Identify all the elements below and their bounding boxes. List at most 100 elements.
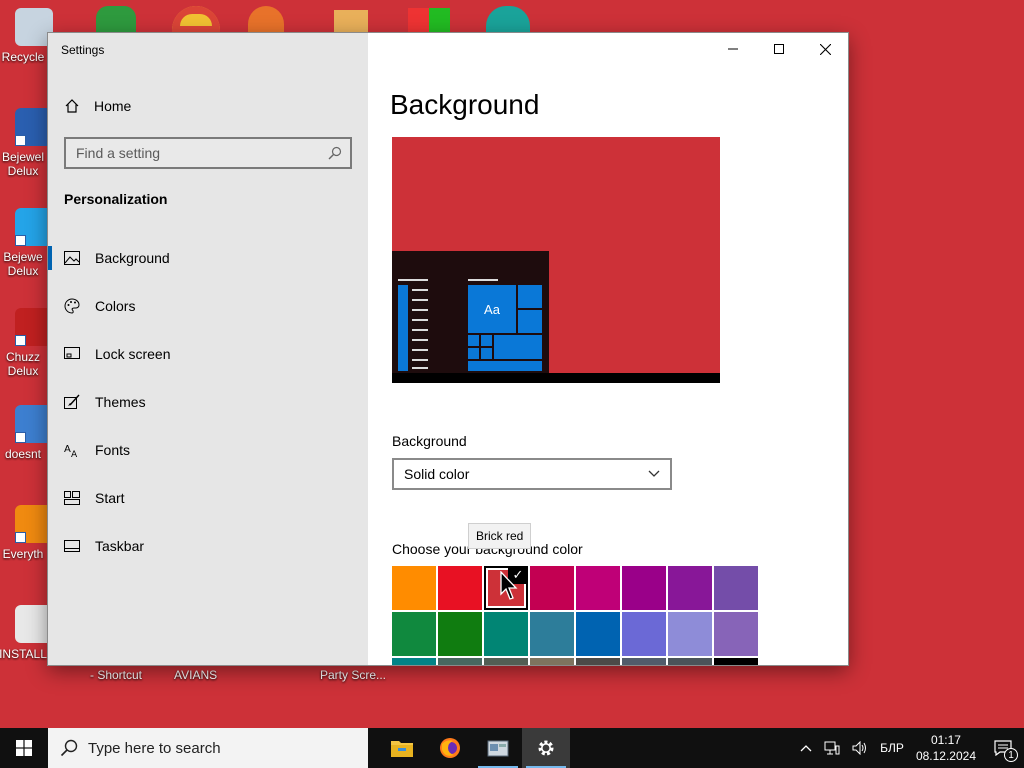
preview-line bbox=[412, 367, 428, 369]
color-swatch[interactable] bbox=[714, 658, 758, 665]
color-swatch[interactable] bbox=[576, 612, 620, 656]
color-swatch[interactable] bbox=[622, 612, 666, 656]
system-tray: БЛР 01:17 08.12.2024 1 bbox=[794, 728, 1024, 768]
desktop-icon-top-3[interactable] bbox=[248, 6, 284, 34]
desktop-label-avians[interactable]: AVIANS bbox=[174, 668, 217, 682]
desktop-icon-top-4[interactable] bbox=[334, 10, 368, 34]
color-swatch[interactable] bbox=[530, 566, 574, 610]
sidebar-item-background[interactable]: Background bbox=[48, 234, 368, 282]
sidebar-item-colors[interactable]: Colors bbox=[48, 282, 368, 330]
firefox-icon bbox=[440, 738, 460, 758]
desktop-icon-label: INSTALL bbox=[0, 647, 47, 661]
preview-line bbox=[412, 339, 428, 341]
preview-strip bbox=[398, 285, 408, 371]
color-swatch[interactable] bbox=[530, 658, 574, 665]
volume-icon bbox=[852, 741, 867, 755]
nav-home[interactable]: Home bbox=[64, 95, 131, 117]
themes-icon bbox=[64, 394, 80, 410]
color-swatch[interactable] bbox=[484, 612, 528, 656]
preview-tile bbox=[468, 361, 542, 371]
preview-tile bbox=[468, 335, 479, 346]
preview-line bbox=[412, 349, 428, 351]
background-type-dropdown[interactable]: Solid color bbox=[392, 458, 672, 490]
shortcut-arrow-icon bbox=[15, 432, 26, 443]
color-swatch[interactable] bbox=[438, 612, 482, 656]
nav-home-label: Home bbox=[94, 98, 132, 114]
desktop-icon-label: doesnt bbox=[4, 447, 42, 461]
color-swatch[interactable] bbox=[714, 612, 758, 656]
page-title: Background bbox=[390, 89, 540, 120]
sidebar-item-lock-screen[interactable]: Lock screen bbox=[48, 330, 368, 378]
preview-line bbox=[412, 319, 428, 321]
find-setting-input[interactable]: Find a setting bbox=[64, 137, 352, 169]
desktop-label-party[interactable]: Party Scre... bbox=[320, 668, 386, 682]
settings-window: Settings Home Find a setting Personaliza… bbox=[48, 33, 848, 665]
notification-center-button[interactable]: 1 bbox=[982, 728, 1024, 768]
tray-network[interactable] bbox=[818, 728, 846, 768]
color-swatch[interactable] bbox=[714, 566, 758, 610]
sidebar-item-taskbar[interactable]: Taskbar bbox=[48, 522, 368, 570]
sidebar-item-themes[interactable]: Themes bbox=[48, 378, 368, 426]
clock-date: 08.12.2024 bbox=[915, 749, 976, 763]
taskbar-file-explorer[interactable] bbox=[378, 728, 426, 768]
sidebar-item-fonts[interactable]: A A Fonts bbox=[48, 426, 368, 474]
color-swatch[interactable] bbox=[668, 566, 712, 610]
taskbar-settings[interactable] bbox=[522, 728, 570, 768]
nav-list: Background Colors Lock screen Themes A A Fonts… bbox=[48, 234, 368, 570]
color-swatch[interactable] bbox=[392, 658, 436, 665]
search-icon bbox=[60, 739, 78, 757]
color-swatch[interactable] bbox=[622, 566, 666, 610]
preview-line bbox=[412, 309, 428, 311]
taskbar-firefox[interactable] bbox=[426, 728, 474, 768]
sidebar-item-start[interactable]: Start bbox=[48, 474, 368, 522]
taskbar-search-box[interactable]: Type here to search bbox=[48, 728, 368, 768]
desktop-icon-top-1[interactable] bbox=[96, 6, 136, 34]
sidebar-item-label: Fonts bbox=[95, 442, 131, 458]
color-swatch[interactable] bbox=[438, 658, 482, 665]
preview-start-menu: Aa bbox=[392, 251, 549, 373]
preview-line bbox=[412, 329, 428, 331]
sidebar: Settings Home Find a setting Personaliza… bbox=[48, 33, 368, 665]
color-swatch[interactable] bbox=[392, 612, 436, 656]
tray-overflow[interactable] bbox=[794, 728, 818, 768]
sidebar-item-label: Colors bbox=[95, 298, 136, 314]
background-type-label: Background bbox=[392, 433, 467, 449]
desktop-icon-label: Chuzz Delux bbox=[5, 350, 40, 378]
color-swatch[interactable] bbox=[576, 658, 620, 665]
windows-logo-icon bbox=[16, 740, 32, 756]
chevron-up-icon bbox=[800, 745, 812, 752]
desktop-icon-top-5[interactable] bbox=[408, 8, 450, 34]
desktop-label-shortcut[interactable]: - Shortcut bbox=[90, 668, 142, 682]
color-swatch[interactable] bbox=[530, 612, 574, 656]
preview-tile bbox=[518, 285, 542, 308]
color-swatch[interactable] bbox=[438, 566, 482, 610]
tray-clock[interactable]: 01:17 08.12.2024 bbox=[910, 728, 982, 768]
color-swatch[interactable] bbox=[668, 658, 712, 665]
notification-count-badge: 1 bbox=[1004, 748, 1018, 762]
sidebar-item-label: Background bbox=[95, 250, 170, 266]
home-icon bbox=[65, 99, 79, 113]
preview-taskbar bbox=[392, 373, 720, 383]
taskbar-app-3[interactable] bbox=[474, 728, 522, 768]
preview-line bbox=[398, 279, 428, 281]
color-swatch[interactable] bbox=[668, 612, 712, 656]
desktop-icon-top-2[interactable] bbox=[172, 6, 220, 34]
folder-icon bbox=[391, 741, 413, 757]
color-swatch[interactable] bbox=[622, 658, 666, 665]
svg-text:A: A bbox=[71, 450, 78, 458]
shortcut-arrow-icon bbox=[15, 235, 26, 246]
desktop-icon-label: Bejewe Delux bbox=[3, 250, 43, 278]
search-icon bbox=[328, 146, 342, 160]
sidebar-item-label: Themes bbox=[95, 394, 146, 410]
start-icon bbox=[64, 490, 80, 506]
start-button[interactable] bbox=[0, 728, 48, 768]
shortcut-arrow-icon bbox=[15, 135, 26, 146]
color-swatch[interactable] bbox=[484, 658, 528, 665]
gear-icon bbox=[538, 740, 554, 756]
tray-volume[interactable] bbox=[846, 728, 874, 768]
color-swatch[interactable] bbox=[576, 566, 620, 610]
desktop-icon-top-6[interactable] bbox=[486, 6, 530, 34]
color-swatch[interactable] bbox=[392, 566, 436, 610]
tray-language[interactable]: БЛР bbox=[874, 728, 910, 768]
shortcut-arrow-icon bbox=[15, 335, 26, 346]
